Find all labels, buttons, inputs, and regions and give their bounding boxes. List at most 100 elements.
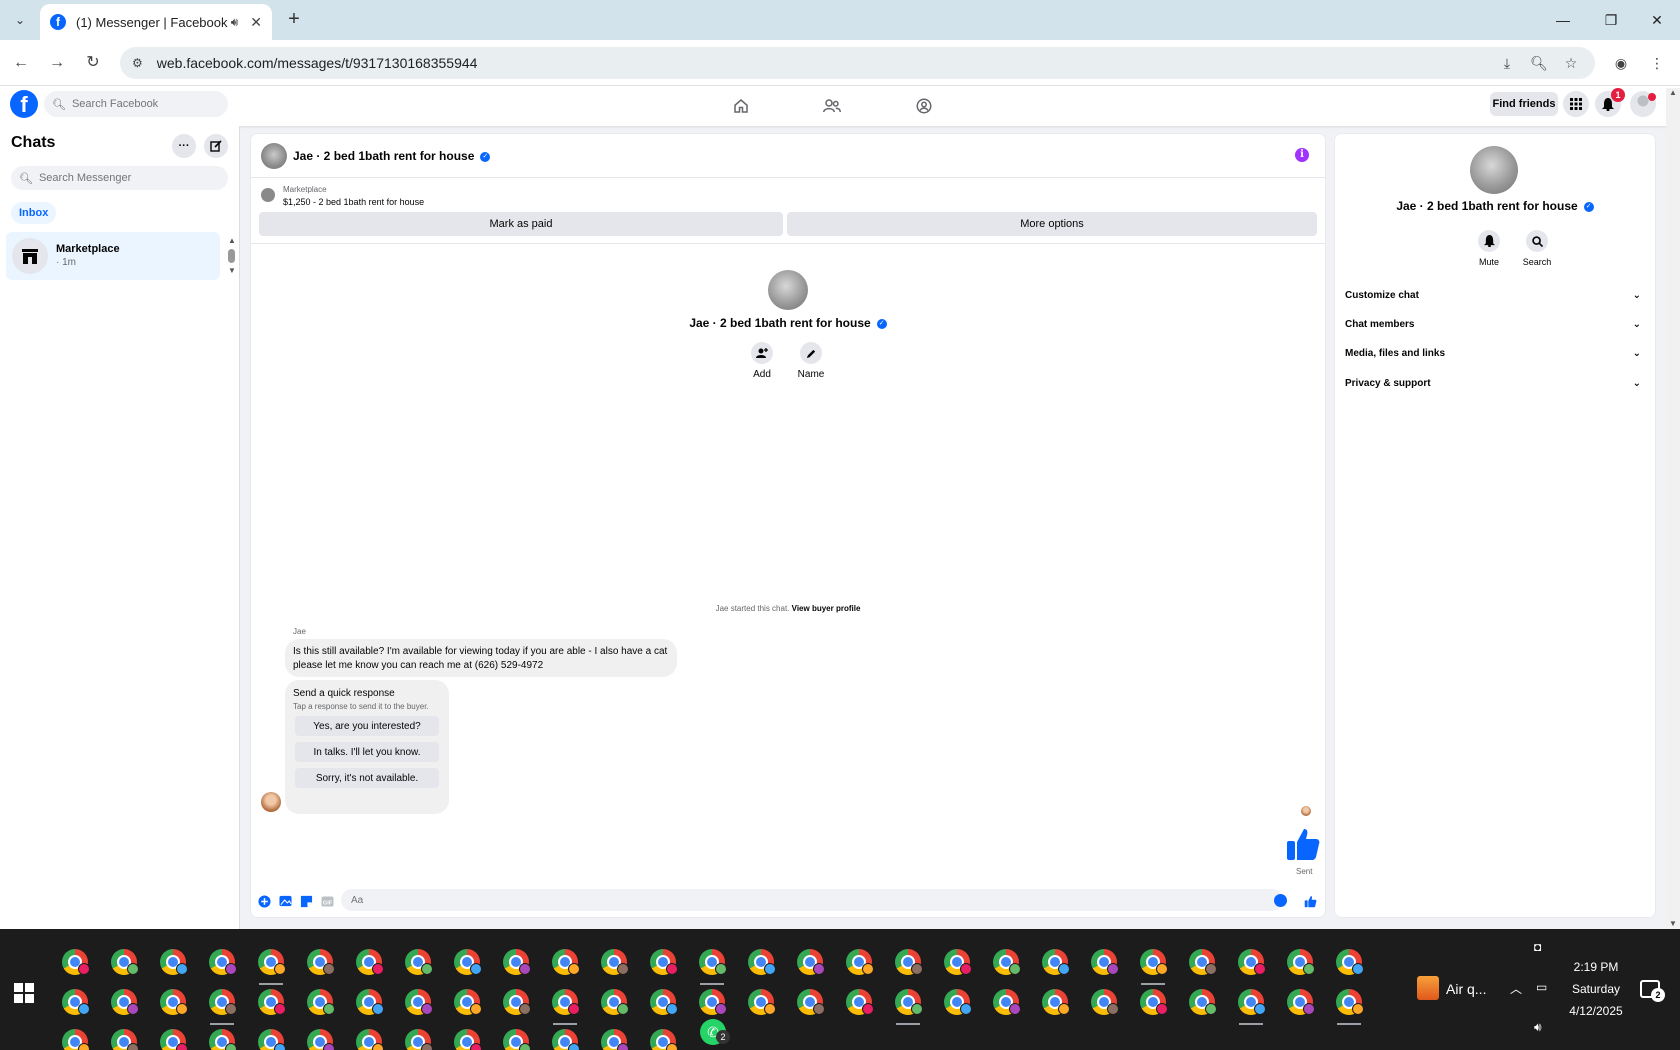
add-people-button[interactable]: Add: [742, 342, 782, 380]
profile-badge-icon: [1205, 1003, 1217, 1015]
tab-search-chevron-icon[interactable]: ⌄: [8, 8, 32, 32]
groups-icon[interactable]: [912, 94, 936, 118]
profile-badge-icon: [225, 1003, 237, 1015]
page-scrollbar[interactable]: ▲ ▼: [1666, 88, 1680, 928]
quick-response-yes-button[interactable]: Yes, are you interested?: [295, 716, 439, 736]
speaker-icon[interactable]: 🔊︎: [231, 15, 239, 30]
conversation-header: Jae · 2 bed 1bath rent for house ✓ i: [251, 134, 1325, 178]
thumbs-up-icon[interactable]: [1303, 894, 1317, 908]
messenger-search-input[interactable]: [38, 172, 219, 184]
privacy-support-section[interactable]: Privacy & support ⌄: [1345, 371, 1641, 395]
section-label: Customize chat: [1345, 289, 1419, 301]
new-tab-button[interactable]: +: [282, 8, 306, 31]
intro-avatar[interactable]: [768, 270, 808, 310]
marketplace-listing-bar: Marketplace $1,250 - 2 bed 1bath rent fo…: [251, 179, 1325, 244]
profile-badge-icon: [127, 1043, 139, 1050]
restore-icon[interactable]: ❐: [1596, 8, 1626, 32]
clock-date[interactable]: 4/12/2025: [1560, 1004, 1632, 1018]
search-in-conversation-button[interactable]: Search: [1517, 230, 1557, 267]
profile-badge-icon: [225, 1043, 237, 1050]
menu-grid-icon[interactable]: [1563, 91, 1589, 117]
whatsapp-badge: 2: [716, 1030, 730, 1044]
info-avatar[interactable]: [1470, 146, 1518, 194]
home-icon[interactable]: [729, 94, 753, 118]
windows-start-icon[interactable]: [14, 983, 34, 1003]
profile-badge-icon: [1352, 1003, 1364, 1015]
chat-members-section[interactable]: Chat members ⌄: [1345, 312, 1641, 336]
volume-icon[interactable]: 🔊︎: [1534, 1020, 1542, 1035]
messenger-search[interactable]: 🔍︎: [11, 166, 228, 190]
chat-options-button[interactable]: ···: [172, 134, 196, 158]
quick-response-sorry-button[interactable]: Sorry, it's not available.: [295, 768, 439, 788]
scroll-up-icon[interactable]: ▲: [1669, 88, 1677, 97]
weather-icon[interactable]: [1417, 976, 1439, 1000]
running-indicator: [1239, 1023, 1263, 1025]
install-app-icon[interactable]: ⤓: [1494, 47, 1520, 79]
find-friends-button[interactable]: Find friends: [1490, 92, 1558, 116]
emoji-icon[interactable]: [1274, 894, 1287, 907]
message-bubble[interactable]: Is this still available? I'm available f…: [285, 639, 677, 677]
profile-badge-icon: [666, 1043, 678, 1050]
intro-name: Jae · 2 bed 1bath rent for house ✓: [251, 316, 1325, 330]
facebook-search[interactable]: 🔍︎: [44, 91, 228, 117]
info-icon[interactable]: i: [1295, 148, 1309, 162]
bookmark-star-icon[interactable]: ☆: [1558, 47, 1584, 79]
scroll-down-icon[interactable]: ▼: [228, 266, 236, 275]
message-input[interactable]: [341, 889, 1283, 911]
inbox-tab[interactable]: Inbox: [11, 202, 57, 224]
listing-thumbnail[interactable]: [261, 188, 275, 202]
name-label: Name: [797, 369, 825, 380]
minimize-icon[interactable]: —: [1548, 8, 1578, 32]
mark-as-paid-button[interactable]: Mark as paid: [259, 212, 783, 236]
mute-button[interactable]: Mute: [1469, 230, 1509, 267]
facebook-logo-icon[interactable]: f: [10, 90, 38, 118]
quick-response-talks-button[interactable]: In talks. I'll let you know.: [295, 742, 439, 762]
sticker-icon[interactable]: [299, 894, 313, 908]
quick-response-subtitle: Tap a response to send it to the buyer.: [293, 702, 429, 711]
camera-icon[interactable]: ◘: [1534, 940, 1541, 954]
scroll-up-icon[interactable]: ▲: [228, 236, 236, 245]
conversation-title[interactable]: Jae · 2 bed 1bath rent for house ✓: [293, 149, 491, 163]
profile-badge-icon: [617, 963, 629, 975]
scroll-down-icon[interactable]: ▼: [1669, 919, 1677, 928]
listing-title[interactable]: $1,250 - 2 bed 1bath rent for house: [283, 197, 424, 207]
tray-chevron-up-icon[interactable]: ︿: [1510, 980, 1522, 997]
reload-icon[interactable]: ↻: [80, 50, 106, 76]
sidebar-scrollbar[interactable]: [228, 249, 235, 263]
weather-text[interactable]: Air q...: [1446, 981, 1486, 997]
clock-time[interactable]: 2:19 PM: [1566, 960, 1626, 974]
photo-icon[interactable]: [278, 894, 292, 908]
chat-list-item[interactable]: Marketplace · 1m: [6, 232, 220, 280]
address-bar[interactable]: ⚙ web.facebook.com/messages/t/9317130168…: [120, 47, 1595, 79]
running-indicator: [259, 983, 283, 985]
network-icon[interactable]: ▭: [1536, 980, 1547, 994]
chevron-down-icon: ⌄: [1632, 347, 1641, 359]
gif-icon[interactable]: GIF: [320, 894, 334, 908]
facebook-search-input[interactable]: [71, 98, 222, 110]
profile-badge-icon: [470, 963, 482, 975]
more-options-button[interactable]: More options: [787, 212, 1317, 236]
new-message-icon[interactable]: [204, 134, 228, 158]
zoom-icon[interactable]: 🔍︎: [1526, 47, 1552, 79]
window-close-icon[interactable]: ✕: [1642, 8, 1672, 32]
chat-name: Marketplace: [56, 243, 120, 255]
site-settings-icon[interactable]: ⚙: [132, 56, 143, 70]
back-arrow-icon[interactable]: ←: [8, 50, 34, 76]
name-chat-button[interactable]: Name: [791, 342, 831, 380]
browser-menu-icon[interactable]: ⋮: [1644, 47, 1670, 79]
sender-avatar[interactable]: [261, 792, 281, 812]
tab-close-icon[interactable]: ✕: [250, 14, 262, 31]
clock-day[interactable]: Saturday: [1560, 982, 1632, 996]
view-buyer-profile-link[interactable]: View buyer profile: [792, 604, 861, 613]
friends-icon[interactable]: [820, 94, 844, 118]
media-files-links-section[interactable]: Media, files and links ⌄: [1345, 341, 1641, 365]
plus-circle-icon[interactable]: [257, 894, 271, 908]
verified-icon: ✓: [480, 151, 491, 162]
customize-chat-section[interactable]: Customize chat ⌄: [1345, 283, 1641, 307]
forward-arrow-icon[interactable]: →: [44, 50, 70, 76]
browser-tab-messenger[interactable]: f (1) Messenger | Facebook 🔊︎ ✕: [40, 4, 272, 40]
profile-icon[interactable]: ◉: [1608, 47, 1634, 79]
profile-badge-icon: [862, 1003, 874, 1015]
conversation-avatar[interactable]: [261, 143, 287, 169]
url-text[interactable]: web.facebook.com/messages/t/931713016835…: [157, 55, 478, 71]
